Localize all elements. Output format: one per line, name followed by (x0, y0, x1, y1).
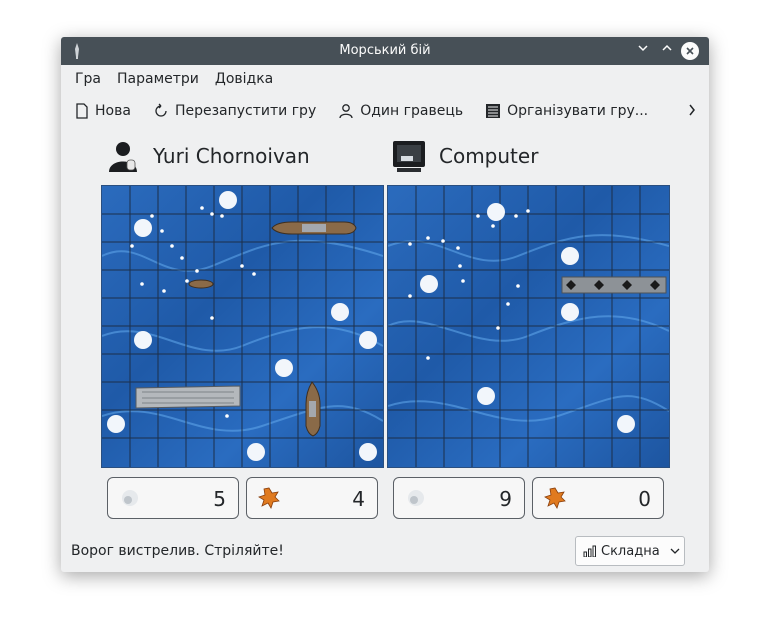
title-bar: Морський бій (61, 37, 709, 65)
left-hits-counter: 4 (246, 477, 378, 519)
right-hits-counter: 0 (532, 477, 664, 519)
left-player-header: Yuri Chornoivan (105, 138, 310, 174)
ship-small (188, 279, 214, 289)
network-game-icon (486, 104, 501, 118)
new-document-icon (76, 103, 88, 119)
left-misses-value: 5 (213, 487, 226, 511)
chevron-down-icon (670, 548, 680, 554)
right-hits-value: 0 (638, 487, 651, 511)
status-message: Ворог вистрелив. Стріляйте! (71, 543, 284, 559)
ship-vertical (305, 381, 321, 437)
right-misses-counter: 9 (393, 477, 525, 519)
splash-icon (408, 490, 424, 506)
menu-settings[interactable]: Параметри (109, 71, 207, 87)
explosion-icon (544, 487, 566, 509)
ship-sunk-carrier (561, 276, 667, 294)
chevron-right-icon[interactable] (687, 102, 697, 122)
left-hits-value: 4 (352, 487, 365, 511)
right-misses-value: 9 (499, 487, 512, 511)
restart-game-label: Перезапустити гру (174, 103, 317, 119)
restart-game-button[interactable]: Перезапустити гру (153, 103, 316, 119)
minimize-icon[interactable] (633, 41, 653, 61)
organize-game-button[interactable]: Організувати гру... (485, 103, 648, 119)
difficulty-select[interactable]: Складна (575, 536, 685, 566)
left-player-name: Yuri Chornoivan (153, 144, 310, 168)
menu-help[interactable]: Довідка (207, 71, 281, 87)
toolbar: Нова Перезапустити гру Один гравець Орга… (61, 93, 709, 129)
left-sea-board[interactable] (101, 185, 384, 468)
left-misses-counter: 5 (107, 477, 239, 519)
splash-icon (122, 490, 138, 506)
difficulty-label: Складна (601, 543, 660, 559)
restart-icon (155, 103, 167, 117)
window-title: Морський бій (339, 43, 431, 58)
maximize-icon[interactable] (657, 41, 677, 61)
right-player-name: Computer (439, 144, 539, 168)
right-player-header: Computer (391, 138, 538, 174)
app-window: Морський бій Гра Параметри Довідка Нова … (61, 37, 709, 572)
human-player-icon (109, 142, 137, 172)
single-player-label: Один гравець (360, 103, 464, 119)
new-game-label: Нова (95, 103, 131, 119)
single-player-button[interactable]: Один гравець (338, 103, 463, 119)
computer-player-icon (393, 141, 425, 172)
user-icon (339, 104, 353, 119)
right-sea-board[interactable] (387, 185, 670, 468)
menu-game[interactable]: Гра (67, 71, 109, 87)
ship-battleship-top (271, 221, 357, 235)
new-game-button[interactable]: Нова (75, 103, 131, 119)
ship-carrier (135, 385, 241, 409)
explosion-icon (258, 487, 280, 509)
menu-bar: Гра Параметри Довідка (61, 65, 709, 93)
close-icon[interactable] (681, 42, 699, 60)
difficulty-bars-icon (583, 545, 596, 557)
organize-game-label: Організувати гру... (507, 103, 649, 119)
